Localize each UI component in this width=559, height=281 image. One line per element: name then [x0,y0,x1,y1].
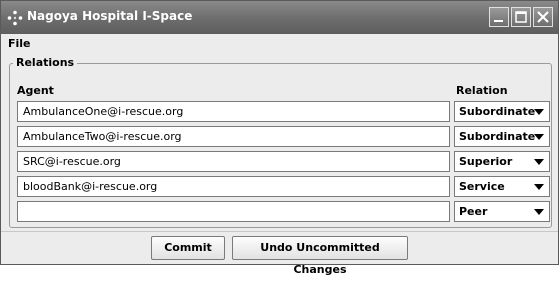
relation-select-value: Service [459,180,505,193]
relation-select-value: Superior [459,155,513,168]
menu-file[interactable]: File [8,37,31,50]
window-title: Nagoya Hospital I-Space [27,9,193,23]
minimize-icon [494,20,503,22]
chevron-down-icon [534,109,544,115]
agent-field[interactable]: SRC@i-rescue.org [17,151,450,172]
relation-select[interactable]: Subordinate [454,101,550,122]
agent-column-header: Agent [17,84,54,97]
relation-select[interactable]: Subordinate [454,126,550,147]
relation-select-value: Peer [459,205,488,218]
minimize-button[interactable] [489,7,509,27]
close-button[interactable] [533,7,553,27]
menu-bar: File [1,34,558,54]
relation-column-header: Relation [456,84,508,97]
app-diamond-icon [7,10,23,26]
relation-select[interactable]: Service [454,176,550,197]
agent-field[interactable]: AmbulanceOne@i-rescue.org [17,101,450,122]
footer-divider [1,231,558,232]
relation-select[interactable]: Peer [454,201,550,222]
agent-field[interactable]: AmbulanceTwo@i-rescue.org [17,126,450,147]
relation-select-value: Subordinate [459,105,536,118]
chevron-down-icon [534,184,544,190]
undo-uncommitted-changes-button[interactable]: Undo Uncommitted Changes [232,236,408,276]
title-bar[interactable]: Nagoya Hospital I-Space [1,1,558,34]
chevron-down-icon [534,209,544,215]
chevron-down-icon [534,134,544,140]
maximize-button[interactable] [511,7,531,27]
relations-legend: Relations [13,56,78,69]
commit-button[interactable]: Commit [151,236,225,260]
relation-select-value: Subordinate [459,130,536,143]
agent-field[interactable] [17,201,450,222]
close-icon [537,11,549,23]
relation-select[interactable]: Superior [454,151,550,172]
maximize-icon [515,11,527,23]
app-window: Nagoya Hospital I-Space File Relations A… [0,0,559,276]
chevron-down-icon [534,159,544,165]
agent-field[interactable]: bloodBank@i-rescue.org [17,176,450,197]
